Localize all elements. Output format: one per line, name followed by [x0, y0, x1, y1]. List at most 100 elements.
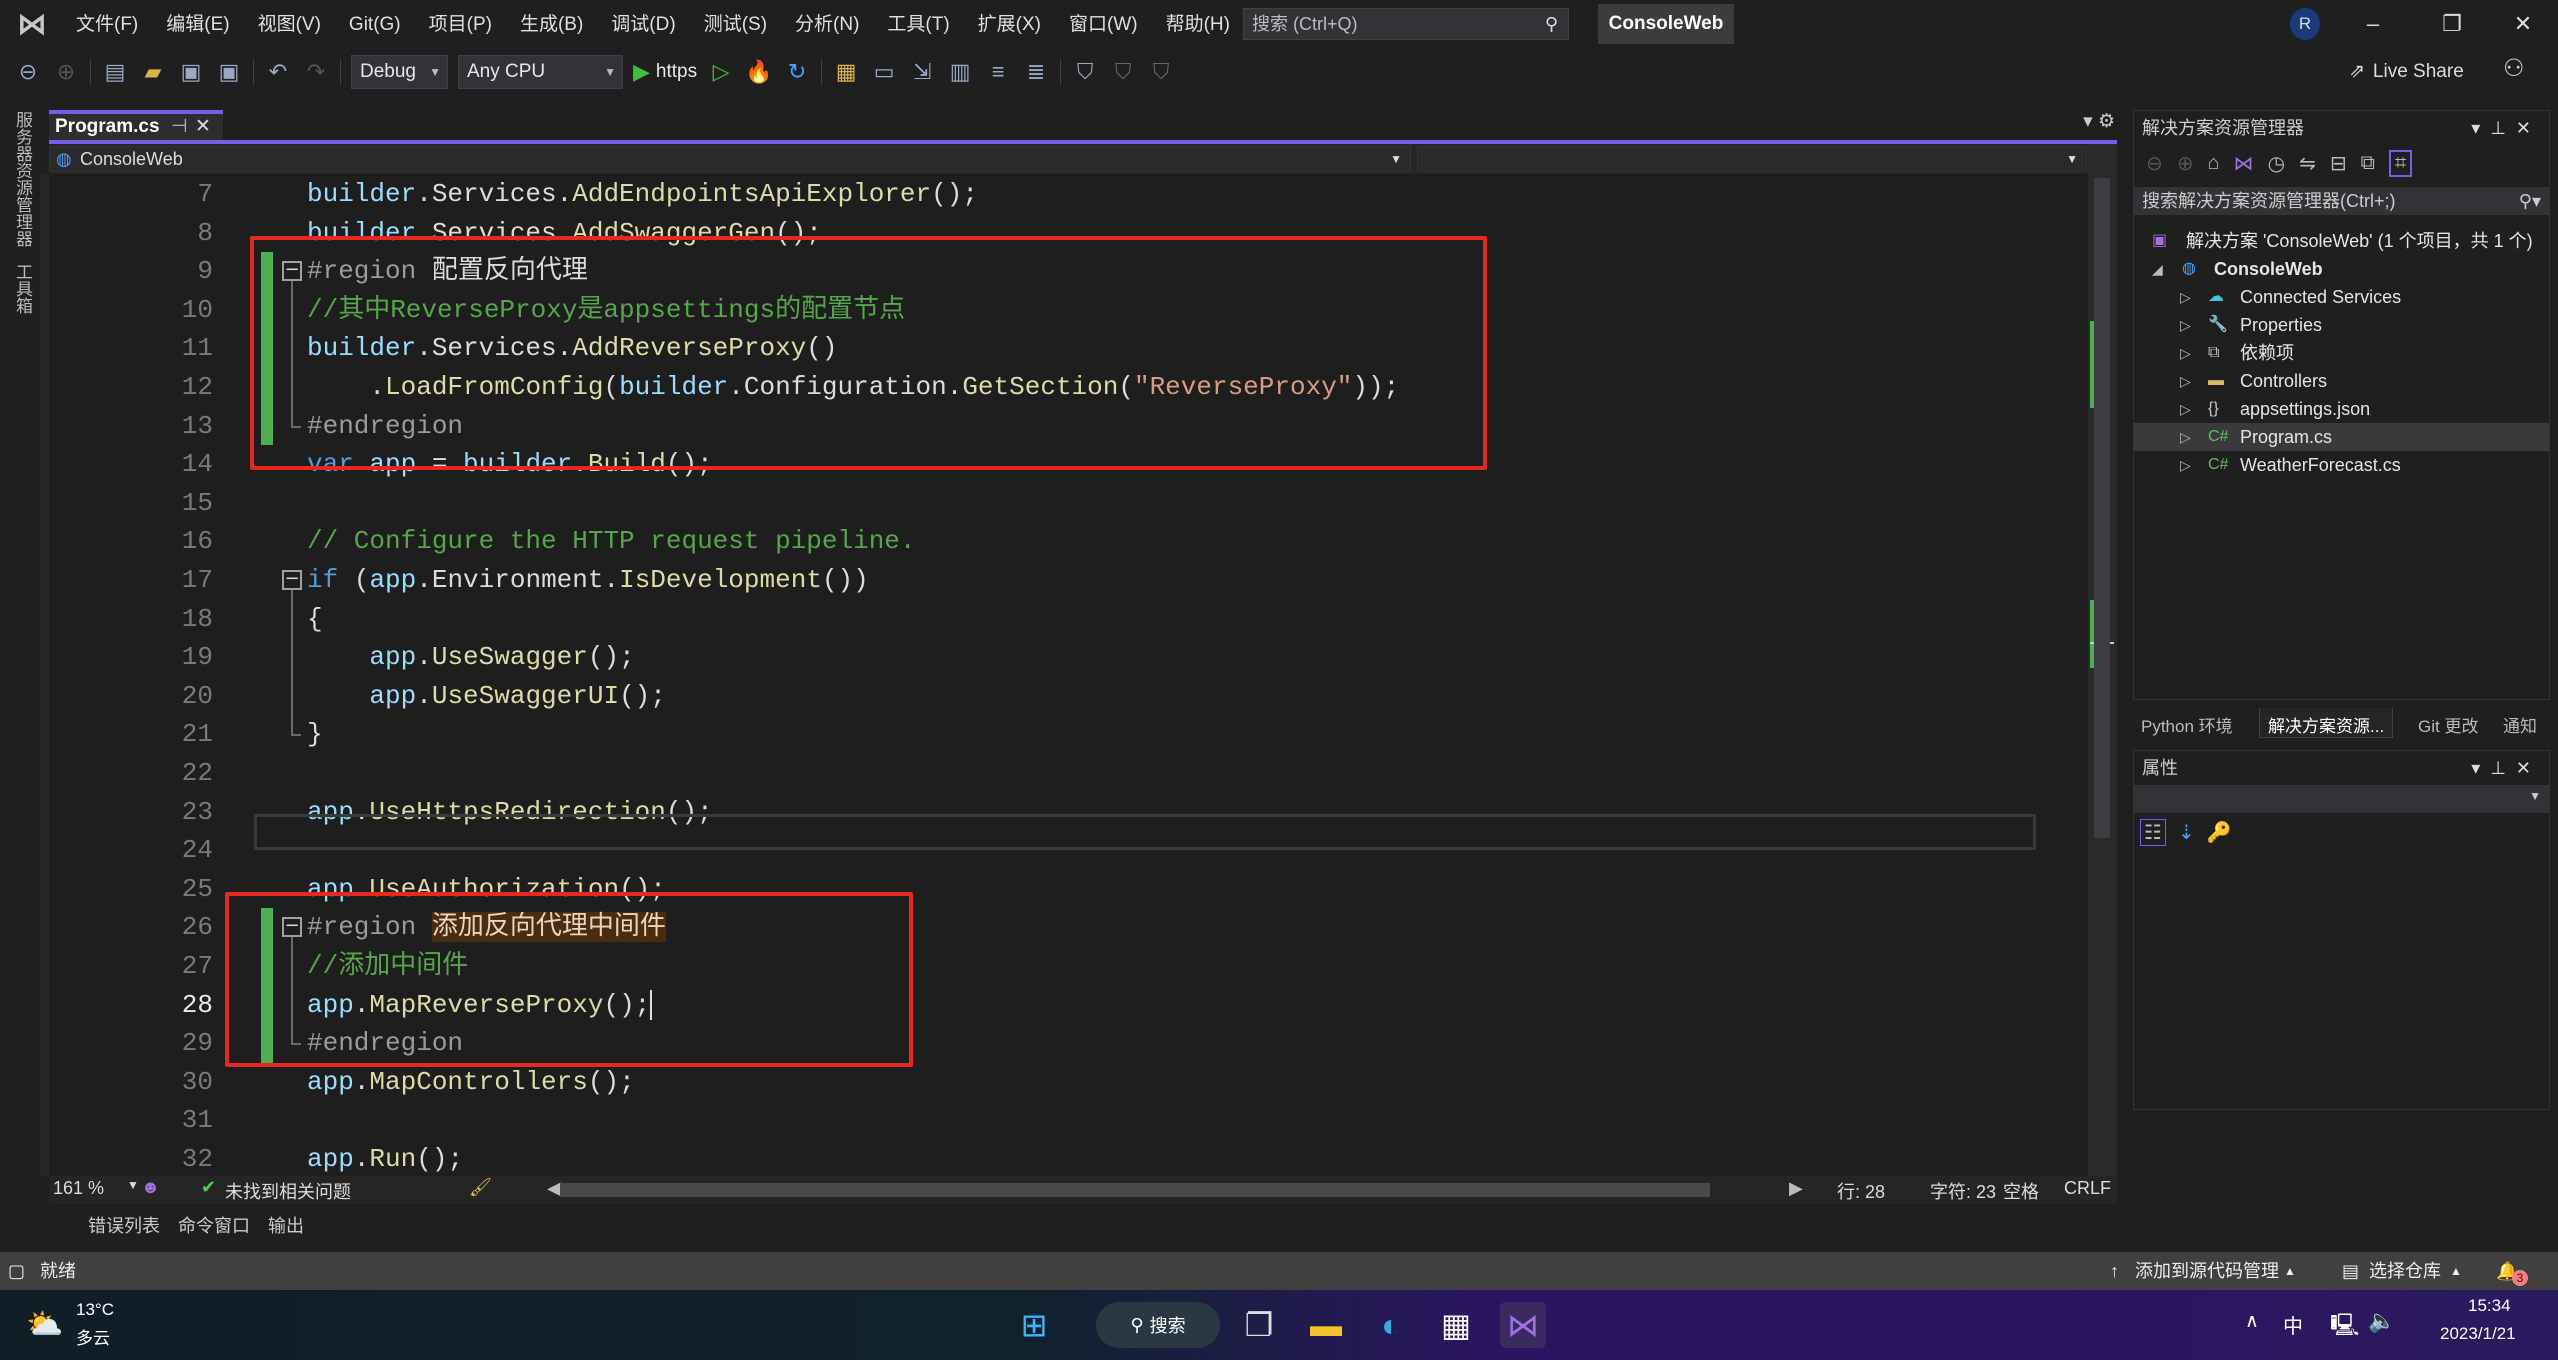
- solution-search-input[interactable]: 搜索解决方案资源管理器(Ctrl+;) ⚲▾: [2134, 187, 2549, 215]
- property-pages-icon[interactable]: 🔑: [2207, 820, 2232, 845]
- navigate-forward-icon[interactable]: ⊕: [52, 59, 80, 85]
- menu-file[interactable]: 文件(F): [62, 0, 152, 50]
- code-line[interactable]: 17 if (app.Environment.IsDevelopment()): [49, 561, 2088, 600]
- volume-icon[interactable]: 🔈: [2368, 1308, 2395, 1334]
- edge-browser-icon[interactable]: ◐: [1368, 1302, 1414, 1348]
- refresh-icon[interactable]: ↻: [783, 59, 811, 85]
- indent-indicator[interactable]: 空格: [2003, 1178, 2039, 1204]
- tree-item[interactable]: ▷ ▬ Controllers: [2134, 367, 2549, 395]
- save-icon[interactable]: ▣: [177, 59, 205, 85]
- issues-status[interactable]: 未找到相关问题: [225, 1178, 351, 1204]
- switch-views-icon[interactable]: ⋈: [2234, 151, 2254, 176]
- code-line[interactable]: 21}: [49, 715, 2088, 754]
- bookmark-icon[interactable]: ⛉: [1071, 59, 1099, 85]
- minimize-button[interactable]: –: [2353, 6, 2393, 42]
- server-explorer-tab[interactable]: 服务器资源管理器: [10, 111, 35, 247]
- show-hidden-icons[interactable]: ∧: [2245, 1310, 2259, 1333]
- back-icon[interactable]: ⊖: [2146, 151, 2163, 176]
- code-line[interactable]: 30 app.MapControllers();: [49, 1063, 2088, 1102]
- menu-view[interactable]: 视图(V): [244, 0, 335, 50]
- code-line[interactable]: 31: [49, 1101, 2088, 1140]
- expanded-arrow-icon[interactable]: ◢: [2152, 255, 2163, 283]
- taskbar-search-button[interactable]: ⚲ 搜索: [1096, 1302, 1220, 1348]
- undo-icon[interactable]: ↶: [264, 59, 292, 85]
- code-line[interactable]: 7 builder.Services.AddEndpointsApiExplore…: [49, 175, 2088, 214]
- visual-studio-taskbar-icon[interactable]: ⋈: [1500, 1302, 1546, 1348]
- menu-window[interactable]: 窗口(W): [1055, 0, 1152, 50]
- expand-arrow-icon[interactable]: ▷: [2180, 451, 2191, 479]
- tree-item[interactable]: ▷ ⧉ 依赖项: [2134, 339, 2549, 367]
- code-line[interactable]: 15: [49, 484, 2088, 523]
- configuration-select[interactable]: Debug ▼: [351, 55, 448, 89]
- project-navigation-select[interactable]: ◍ ConsoleWeb ▼: [49, 146, 1411, 172]
- toolbox-tab[interactable]: 工具箱: [10, 263, 35, 314]
- new-project-icon[interactable]: ▤: [101, 59, 129, 85]
- ime-indicator[interactable]: 中: [2283, 1310, 2303, 1339]
- task-view-icon[interactable]: ❐: [1236, 1302, 1282, 1348]
- expand-arrow-icon[interactable]: ▷: [2180, 339, 2191, 367]
- add-to-source-control-button[interactable]: 添加到源代码管理: [2135, 1252, 2279, 1290]
- clock-date[interactable]: 2023/1/21: [2440, 1324, 2516, 1344]
- code-line[interactable]: 22: [49, 754, 2088, 793]
- network-icon[interactable]: 🖳: [2330, 1308, 2359, 1346]
- forward-icon[interactable]: ⊕: [2177, 151, 2194, 176]
- search-input[interactable]: 搜索 (Ctrl+Q) ⚲: [1243, 8, 1569, 40]
- code-line[interactable]: 19 app.UseSwagger();: [49, 638, 2088, 677]
- tree-item[interactable]: ▷ C# Program.cs: [2134, 423, 2549, 451]
- tree-item[interactable]: ▷ {} appsettings.json: [2134, 395, 2549, 423]
- scroll-left-icon[interactable]: ◀: [547, 1178, 561, 1199]
- save-all-icon[interactable]: ▣: [215, 59, 243, 85]
- menu-git[interactable]: Git(G): [335, 0, 415, 50]
- vertical-scrollbar[interactable]: [2088, 144, 2117, 1176]
- expand-arrow-icon[interactable]: ▷: [2180, 283, 2191, 311]
- prev-bookmark-icon[interactable]: ⛉: [1109, 59, 1137, 85]
- tab-python-env[interactable]: Python 环境: [2141, 712, 2233, 737]
- start-without-debug-icon[interactable]: ▷: [707, 59, 735, 85]
- preview-selected-icon[interactable]: ⌗: [2388, 149, 2413, 177]
- expand-arrow-icon[interactable]: ▷: [2180, 423, 2191, 451]
- uncomment-icon[interactable]: ≣: [1022, 59, 1050, 85]
- navigate-back-icon[interactable]: ⊖: [14, 59, 42, 85]
- home-icon[interactable]: ⌂: [2208, 152, 2220, 175]
- menu-test[interactable]: 测试(S): [690, 0, 781, 50]
- member-navigation-select[interactable]: ▼: [1417, 146, 2087, 172]
- tab-output[interactable]: 输出: [268, 1212, 304, 1238]
- file-explorer-icon[interactable]: ▬: [1303, 1302, 1349, 1348]
- restore-button[interactable]: ❐: [2432, 6, 2472, 42]
- expand-arrow-icon[interactable]: ▷: [2180, 311, 2191, 339]
- next-bookmark-icon[interactable]: ⛉: [1147, 59, 1175, 85]
- menu-analyze[interactable]: 分析(N): [781, 0, 873, 50]
- close-tab-icon[interactable]: ✕: [195, 114, 211, 140]
- menu-tools[interactable]: 工具(T): [873, 0, 963, 50]
- live-share-button[interactable]: ⇗ Live Share: [2349, 56, 2464, 88]
- show-all-files-icon[interactable]: ⧉: [2361, 152, 2375, 175]
- tab-command-window[interactable]: 命令窗口: [178, 1212, 250, 1238]
- hot-reload-icon[interactable]: 🔥: [745, 59, 773, 85]
- tree-item-project[interactable]: ◢ ◍ ConsoleWeb: [2134, 255, 2549, 283]
- menu-edit[interactable]: 编辑(E): [152, 0, 243, 50]
- weather-cloud-icon[interactable]: ⛅: [22, 1302, 68, 1348]
- expand-arrow-icon[interactable]: ▷: [2180, 367, 2191, 395]
- microsoft-store-icon[interactable]: ▦: [1433, 1302, 1479, 1348]
- alphabetical-icon[interactable]: ⇣: [2178, 820, 2195, 845]
- tab-options-icon[interactable]: ▾ ⚙: [2083, 110, 2115, 133]
- clock-time[interactable]: 15:34: [2468, 1296, 2511, 1316]
- categorized-icon[interactable]: ☷: [2140, 818, 2166, 846]
- scroll-right-icon[interactable]: ▶: [1789, 1178, 1803, 1199]
- line-ending-indicator[interactable]: CRLF: [2064, 1178, 2111, 1199]
- horizontal-scrollbar[interactable]: [560, 1183, 1710, 1197]
- char-indicator[interactable]: 字符: 23: [1930, 1178, 1996, 1204]
- tree-item[interactable]: ▷ 🔧 Properties: [2134, 311, 2549, 339]
- scrollbar-thumb[interactable]: [2094, 178, 2110, 838]
- open-file-icon[interactable]: ▰: [139, 59, 167, 85]
- platform-select[interactable]: Any CPU ▼: [458, 55, 623, 89]
- redo-icon[interactable]: ↷: [302, 59, 330, 85]
- format-icon[interactable]: ▥: [946, 59, 974, 85]
- line-indicator[interactable]: 行: 28: [1837, 1178, 1885, 1204]
- object-select[interactable]: ▼: [2134, 785, 2549, 813]
- pending-changes-filter-icon[interactable]: ◷: [2268, 151, 2285, 176]
- pin-icon[interactable]: ⊣: [171, 114, 188, 140]
- start-icon[interactable]: ⊞: [1011, 1302, 1057, 1348]
- collapse-region-icon[interactable]: −: [282, 570, 302, 590]
- code-line[interactable]: 32 app.Run();: [49, 1140, 2088, 1176]
